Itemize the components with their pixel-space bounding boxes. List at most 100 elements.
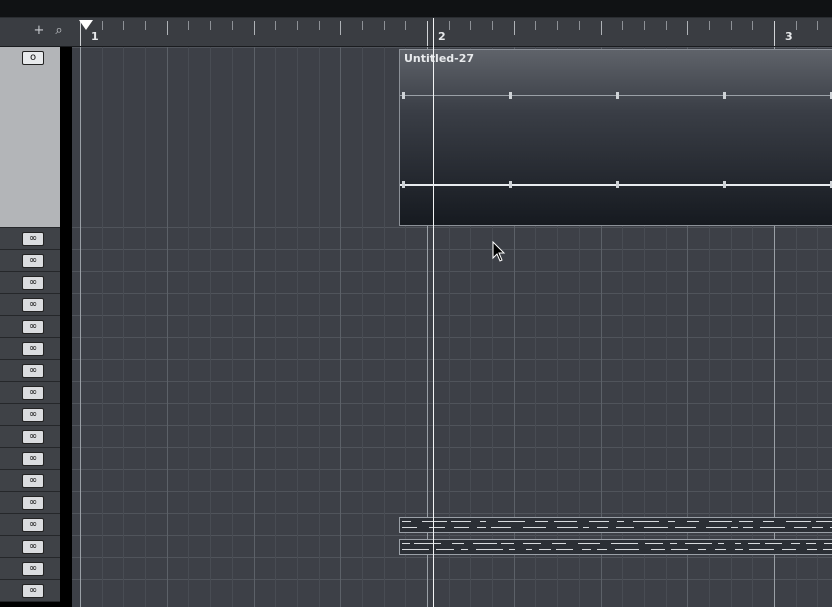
playhead-marker-icon[interactable] [79,20,93,30]
lane-toggle-button[interactable]: o [22,51,44,65]
link-lanes-icon[interactable]: ∞ [22,562,44,576]
track-header[interactable]: ∞ [0,470,60,492]
ruler-tick [188,21,189,30]
ruler-tick [449,21,450,30]
note-dash [617,521,624,522]
grid-line [123,47,124,607]
link-lanes-icon[interactable]: ∞ [22,452,44,466]
link-lanes-icon[interactable]: ∞ [22,298,44,312]
track-header[interactable]: ∞ [0,294,60,316]
window-top-bar [0,0,832,18]
ruler-tick [817,21,818,30]
track-header[interactable]: ∞ [0,272,60,294]
track-divider [72,47,832,48]
link-lanes-icon[interactable]: ∞ [22,496,44,510]
note-dash [765,543,782,544]
track-header[interactable]: ∞ [0,448,60,470]
note-dash [477,527,486,528]
track-header[interactable]: ∞ [0,228,60,250]
link-lanes-icon[interactable]: ∞ [22,408,44,422]
track-header[interactable]: ∞ [0,580,60,602]
note-dash [749,549,774,550]
note-dash [498,521,525,522]
midi-part-small[interactable] [399,539,832,555]
event-display[interactable]: Untitled-27 [72,47,832,607]
ruler-tick [644,21,645,30]
note-dash [597,527,608,528]
track-header[interactable]: ∞ [0,492,60,514]
midi-part[interactable]: Untitled-27 [399,49,832,226]
playhead-line[interactable] [433,18,434,607]
link-lanes-icon[interactable]: ∞ [22,232,44,246]
link-lanes-icon[interactable]: ∞ [22,342,44,356]
note-dash [743,527,753,528]
note-dash [611,543,638,544]
link-lanes-icon[interactable]: ∞ [22,320,44,334]
note-marker [723,181,726,188]
ruler-tick [340,21,341,35]
midi-part-small[interactable] [399,517,832,533]
track-header[interactable]: ∞ [0,514,60,536]
add-track-plus-icon[interactable]: + [31,23,47,39]
note-dash [706,527,727,528]
ruler-bar-tick [774,21,775,46]
note-dash [402,543,410,544]
note-dash [429,527,445,528]
link-lanes-icon[interactable]: ∞ [22,474,44,488]
note-dash [526,549,532,550]
timeline-ruler[interactable]: 1 2 3 [72,18,832,47]
ruler-tick [232,21,233,30]
ruler-tick [405,21,406,30]
note-dash [589,521,609,522]
track-divider [72,359,832,360]
link-lanes-icon[interactable]: ∞ [22,584,44,598]
track-header[interactable]: ∞ [0,426,60,448]
link-lanes-icon[interactable]: ∞ [22,540,44,554]
track-divider [72,271,832,272]
ruler-tick [622,21,623,30]
grid-line [232,47,233,607]
note-dash [685,543,712,544]
note-dash [671,549,688,550]
grid-line [297,47,298,607]
bar-label-3: 3 [785,30,793,43]
note-dash [824,543,832,544]
ruler-tick [384,21,385,30]
note-dash [402,521,411,522]
link-lanes-icon[interactable]: ∞ [22,518,44,532]
track-header[interactable]: ∞ [0,382,60,404]
note-dash [501,543,514,544]
track-header[interactable]: ∞ [0,316,60,338]
track-divider [72,315,832,316]
ruler-tick [557,21,558,30]
track-header[interactable]: ∞ [0,250,60,272]
track-header[interactable]: ∞ [0,360,60,382]
ruler-tick [145,21,146,30]
track-header[interactable]: ∞ [0,404,60,426]
track-header[interactable]: ∞ [0,338,60,360]
note-dash [436,549,454,550]
grid-line [319,47,320,607]
ruler-tick [167,21,168,35]
ruler-tick [297,21,298,30]
ruler-tick [362,21,363,30]
note-dash [698,549,706,550]
link-lanes-icon[interactable]: ∞ [22,430,44,444]
link-lanes-icon[interactable]: ∞ [22,254,44,268]
note-dash [461,549,468,550]
ruler-tick [709,21,710,30]
ruler-tick [492,21,493,30]
note-dash [709,521,732,522]
note-dash [476,549,503,550]
link-lanes-icon[interactable]: ∞ [22,386,44,400]
track-header[interactable]: ∞ [0,536,60,558]
link-lanes-icon[interactable]: ∞ [22,364,44,378]
ruler-tick [275,21,276,30]
ruler-tick [666,21,667,30]
grid-line [362,47,363,607]
note-dash [782,549,796,550]
track-header-selected[interactable]: o [0,47,60,228]
track-header[interactable]: ∞ [0,558,60,580]
zoom-magnifier-icon[interactable]: ⌕ [51,23,67,39]
link-lanes-icon[interactable]: ∞ [22,276,44,290]
